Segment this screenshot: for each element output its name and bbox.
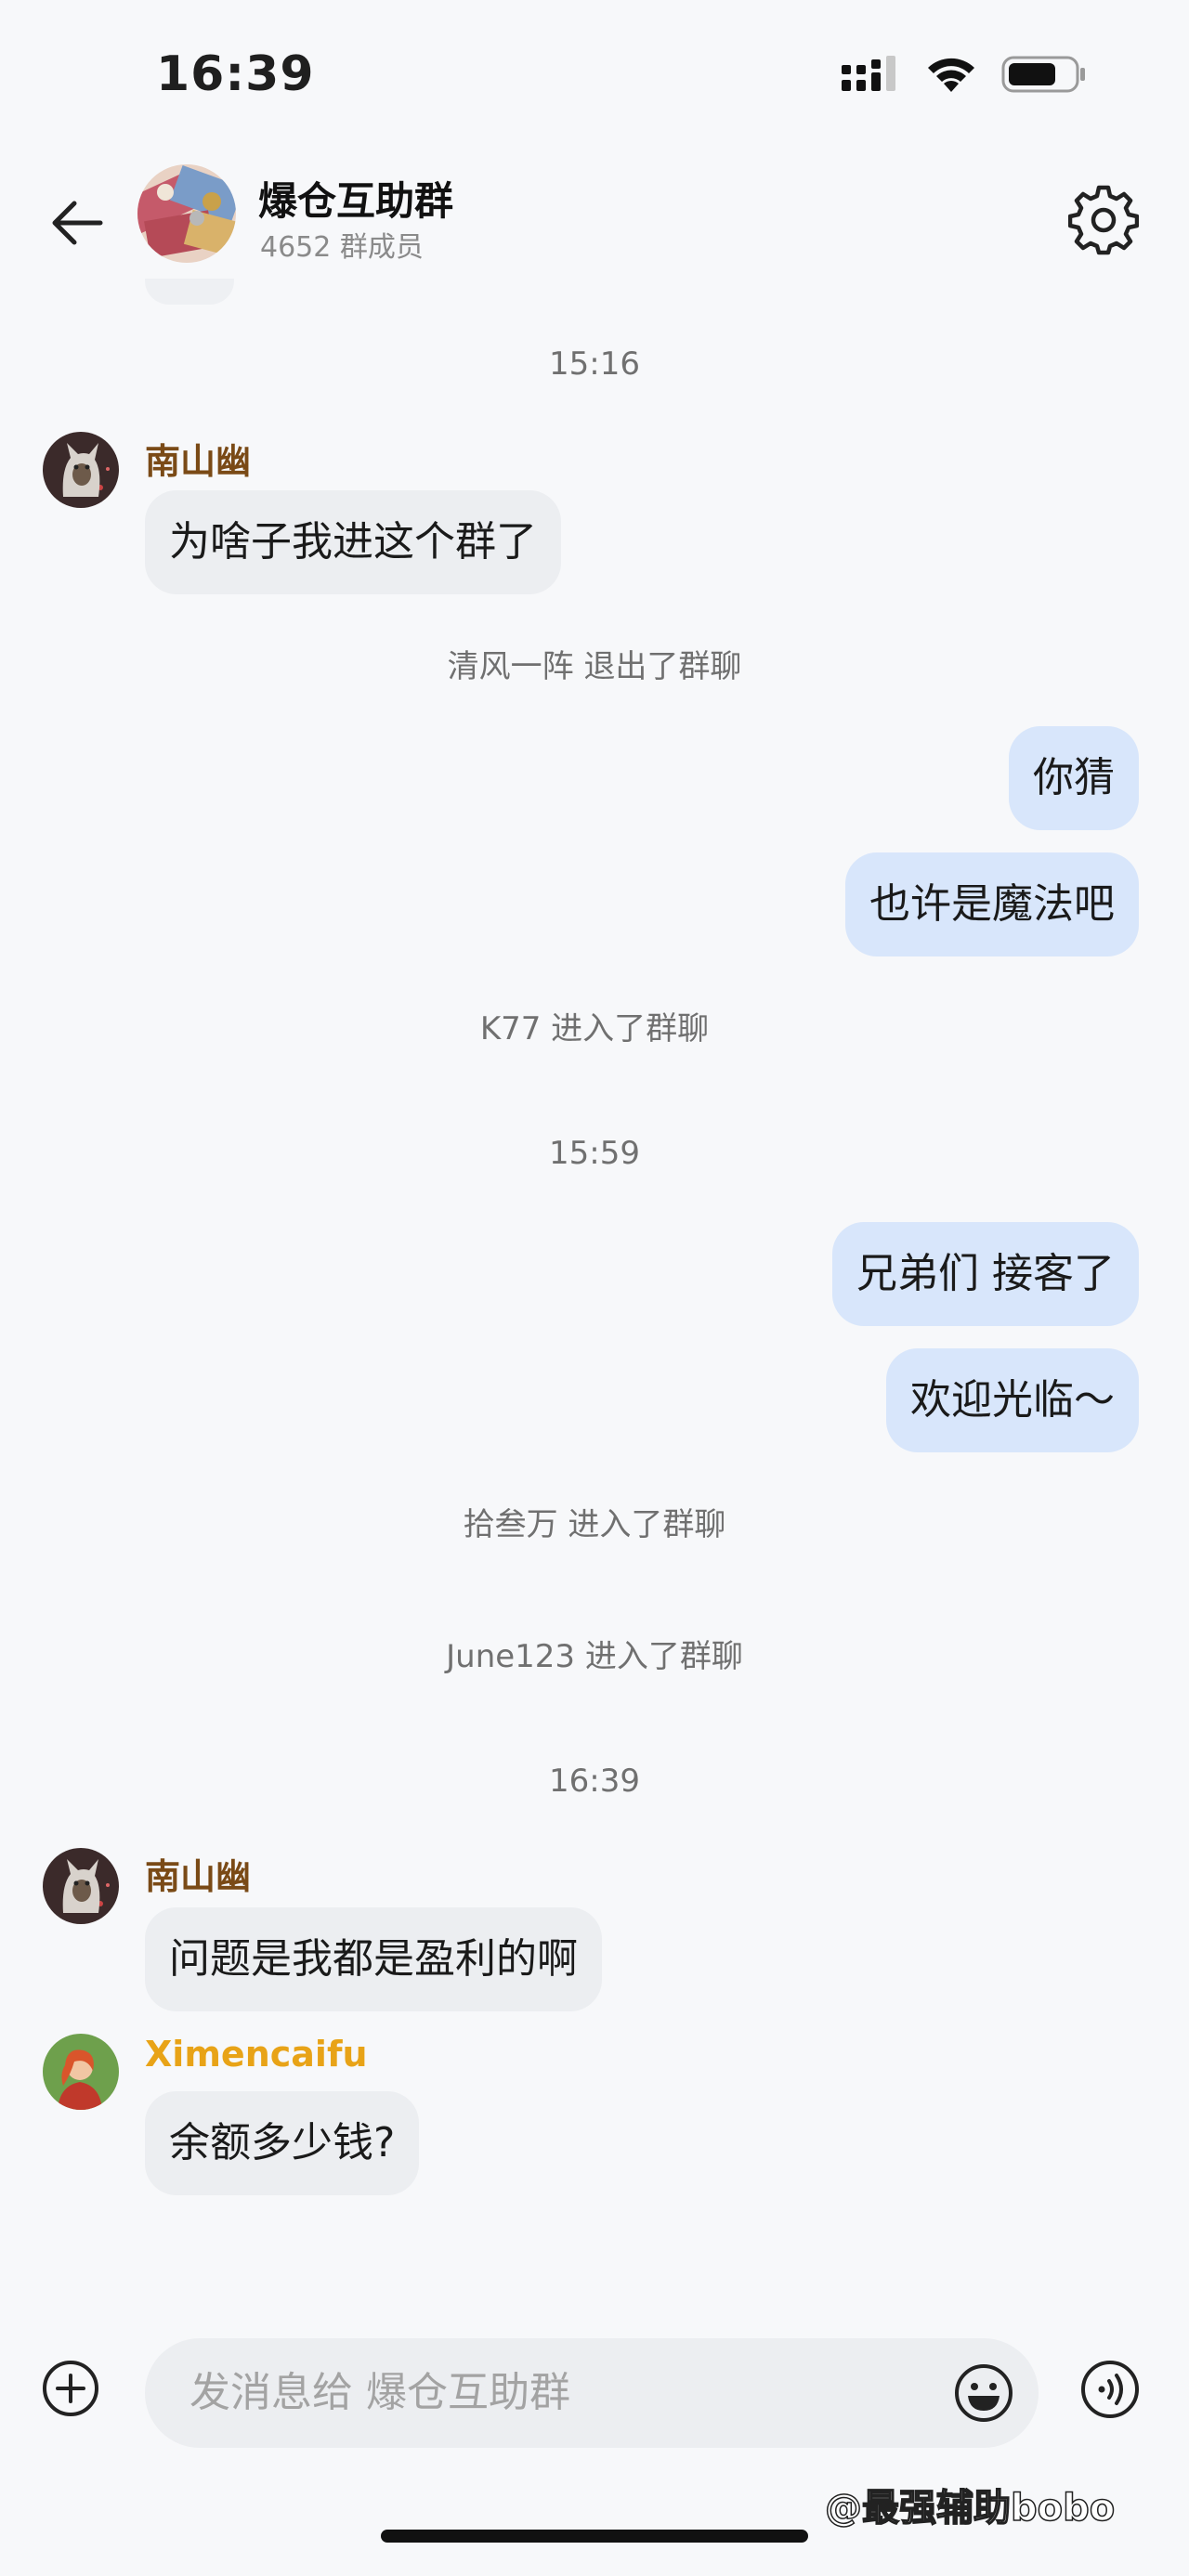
message-bubble-outgoing[interactable]: 你猜	[1009, 726, 1139, 830]
message-input[interactable]: 发消息给 爆仓互助群	[145, 2338, 1039, 2448]
group-title: 爆仓互助群	[258, 178, 454, 224]
wifi-icon	[928, 58, 974, 92]
cellular-signal-icon	[842, 56, 895, 91]
status-bar-icons	[842, 54, 1087, 95]
message-bubble-outgoing[interactable]: 兄弟们 接客了	[832, 1222, 1139, 1326]
message-bubble-incoming[interactable]: 余额多少钱?	[145, 2091, 420, 2195]
battery-icon	[1001, 56, 1085, 93]
system-message: 拾叁万 进入了群聊	[463, 1506, 726, 1543]
voice-message-icon[interactable]	[1079, 2359, 1141, 2420]
chat-header: 爆仓互助群 4652 群成员	[0, 153, 1189, 293]
partial-message-bubble	[145, 279, 234, 305]
emoji-icon[interactable]	[953, 2362, 1014, 2424]
system-message: K77 进入了群聊	[479, 1010, 710, 1047]
avatar-ximencaifu[interactable]	[43, 2034, 119, 2110]
back-arrow-icon[interactable]	[45, 190, 110, 255]
status-bar-time: 16:39	[156, 46, 315, 102]
message-bubble-incoming[interactable]: 为啥子我进这个群了	[145, 490, 561, 594]
sender-name: 南山幽	[145, 441, 252, 482]
sender-name: 南山幽	[145, 1856, 252, 1897]
timestamp: 16:39	[549, 1763, 640, 1800]
watermark: @最强辅助bobo	[824, 2486, 1116, 2530]
avatar-nanshanyou[interactable]	[43, 432, 119, 508]
sender-name: Ximencaifu	[145, 2034, 368, 2075]
system-message: 清风一阵 退出了群聊	[447, 648, 742, 685]
system-message: June123 进入了群聊	[446, 1638, 743, 1675]
message-input-placeholder: 发消息给 爆仓互助群	[189, 2369, 570, 2416]
message-bubble-outgoing[interactable]: 欢迎光临～	[886, 1348, 1139, 1452]
home-indicator[interactable]	[381, 2530, 808, 2543]
group-avatar[interactable]	[137, 164, 236, 263]
member-count: 4652 群成员	[260, 231, 424, 264]
settings-gear-icon[interactable]	[1068, 185, 1139, 255]
message-bubble-incoming[interactable]: 问题是我都是盈利的啊	[145, 1907, 602, 2011]
timestamp: 15:16	[549, 345, 640, 383]
avatar-nanshanyou[interactable]	[43, 1848, 119, 1924]
add-plus-icon[interactable]	[41, 2359, 100, 2418]
timestamp: 15:59	[549, 1135, 640, 1172]
message-bubble-outgoing[interactable]: 也许是魔法吧	[845, 852, 1139, 956]
